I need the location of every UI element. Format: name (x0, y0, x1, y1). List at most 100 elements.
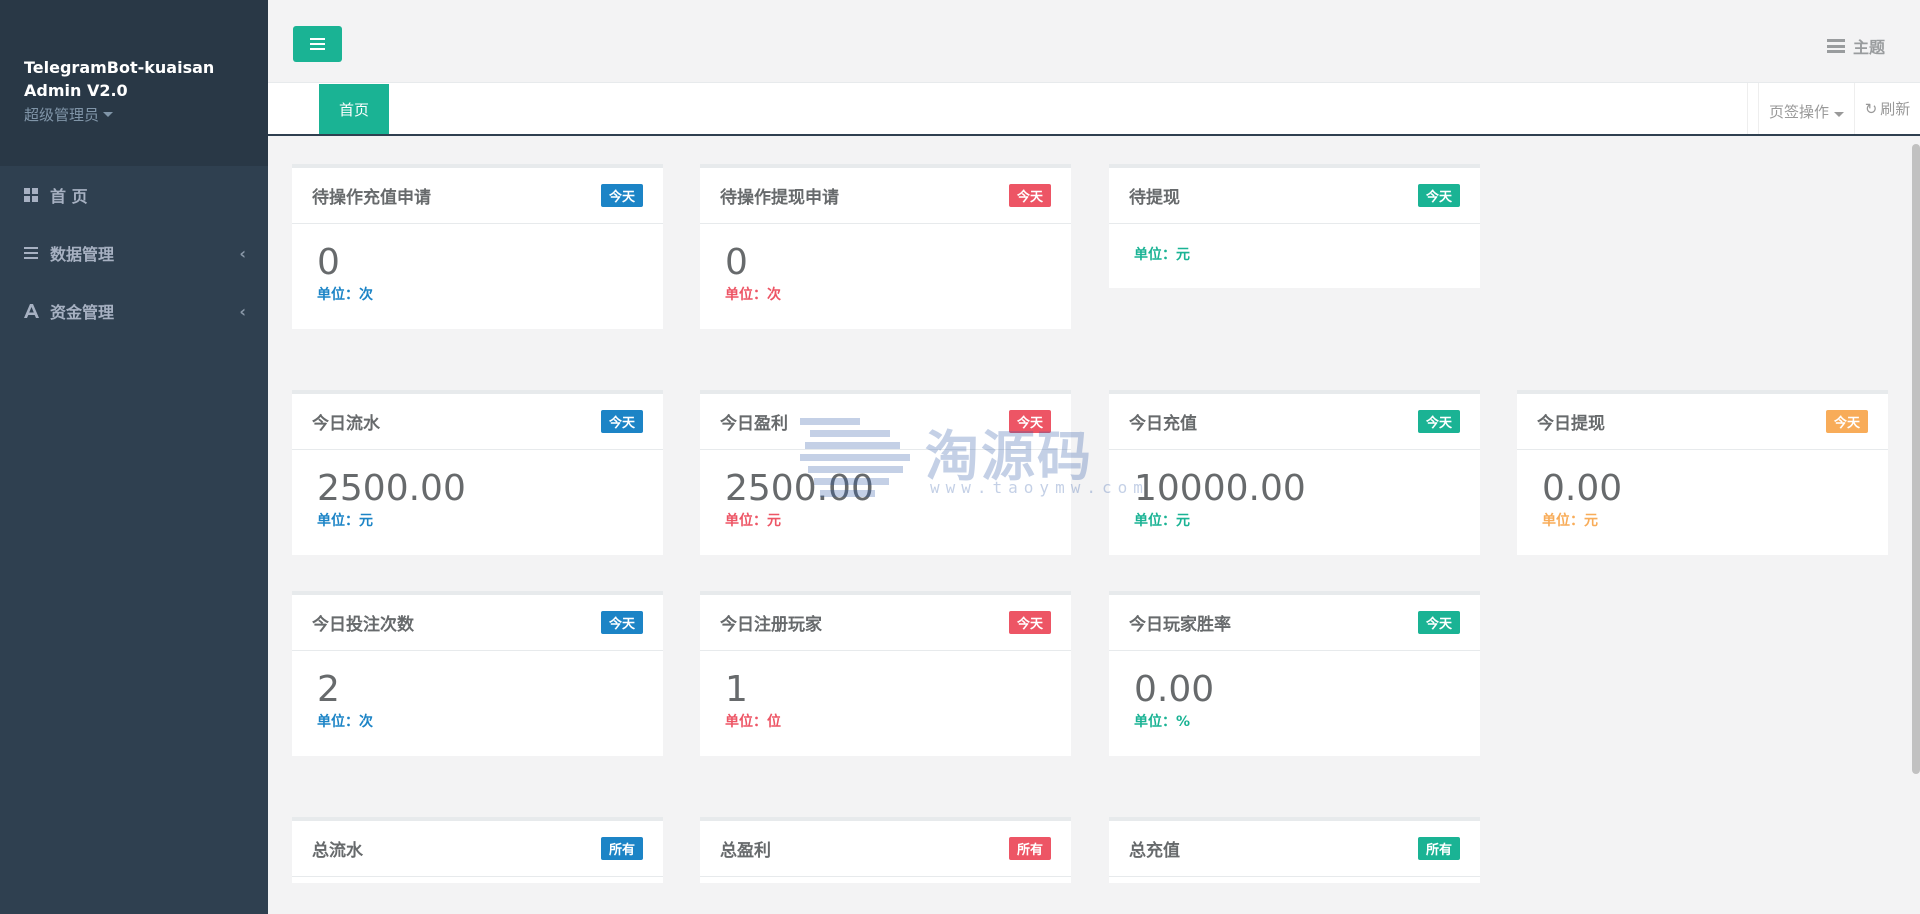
stat-panel-to-withdraw: 待提现 今天 单位：元 (1109, 164, 1480, 288)
chevron-left-icon: ‹ (239, 243, 246, 263)
stat-panel-today-bets: 今日投注次数 今天 2 单位：次 (292, 591, 663, 756)
theme-button[interactable]: 主题 (1826, 34, 1885, 58)
stat-panel-total-turnover: 总流水 所有 (292, 817, 663, 883)
panel-body: 单位：元 (1109, 224, 1480, 264)
stat-value: 10000.00 (1134, 468, 1306, 509)
user-role-dropdown[interactable]: 超级管理员 (24, 104, 244, 125)
panel-title: 今日流水 (312, 414, 380, 434)
stat-unit: 单位：元 (1542, 513, 1598, 529)
panel-header: 今日投注次数 今天 (292, 595, 663, 651)
period-badge: 所有 (1008, 837, 1051, 860)
stat-panel-today-turnover: 今日流水 今天 2500.00 单位：元 (292, 390, 663, 555)
admin-app: TelegramBot-kuaisan Admin V2.0 超级管理员 首 页… (0, 0, 1920, 914)
panel-title: 今日投注次数 (312, 615, 414, 635)
panel-header: 待操作提现申请 今天 (700, 168, 1071, 224)
panel-title: 今日提现 (1537, 414, 1605, 434)
chevron-left-icon: ‹ (239, 301, 246, 321)
page-tabs-bar: 首页 页签操作 ↻ 刷新 (268, 83, 1920, 136)
stat-unit: 单位：位 (725, 714, 781, 730)
tab-divider (1747, 83, 1748, 134)
sidebar-item-label: 资金管理 (50, 303, 115, 322)
panel-body: 0.00 单位：元 (1517, 450, 1888, 530)
stat-unit: 单位：次 (317, 287, 373, 303)
stat-value: 2500.00 (317, 468, 466, 509)
period-badge: 今天 (1417, 410, 1460, 433)
panel-title: 今日充值 (1129, 414, 1197, 434)
stat-unit: 单位：% (1134, 714, 1191, 730)
period-badge: 今天 (1417, 611, 1460, 634)
sidebar-item-label: 首 页 (50, 187, 88, 206)
top-navbar: 主题 (268, 8, 1920, 83)
dashboard-content: 待操作充值申请 今天 0 单位：次 待操作提现申请 今天 0 单位：次 待提现 … (268, 136, 1920, 914)
period-badge: 今天 (600, 184, 643, 207)
stat-panel-today-withdrawal: 今日提现 今天 0.00 单位：元 (1517, 390, 1888, 555)
panel-title: 今日玩家胜率 (1129, 615, 1231, 635)
panel-title: 今日注册玩家 (720, 615, 822, 635)
panel-title: 待提现 (1129, 188, 1180, 208)
panel-body: 10000.00 单位：元 (1109, 450, 1480, 530)
stat-unit: 单位：元 (317, 513, 373, 529)
panel-header: 总充值 所有 (1109, 821, 1480, 877)
stat-panel-pending-recharge: 待操作充值申请 今天 0 单位：次 (292, 164, 663, 329)
stat-value: 2500.00 (725, 468, 874, 509)
tab-home[interactable]: 首页 (319, 84, 389, 134)
tab-actions-dropdown[interactable]: 页签操作 (1757, 83, 1854, 134)
stat-value: 0 (725, 242, 748, 283)
stat-panel-total-profit: 总盈利 所有 (700, 817, 1071, 883)
panel-header: 总盈利 所有 (700, 821, 1071, 877)
stat-value: 1 (725, 669, 748, 710)
panel-body: 0.00 单位：% (1109, 651, 1480, 731)
stat-panel-today-profit: 今日盈利 今天 2500.00 单位：元 (700, 390, 1071, 555)
period-badge: 所有 (1417, 837, 1460, 860)
refresh-label: 刷新 (1880, 100, 1911, 118)
panel-header: 待提现 今天 (1109, 168, 1480, 224)
refresh-button[interactable]: ↻ 刷新 (1854, 83, 1920, 134)
menu-toggle-button[interactable] (293, 26, 342, 62)
stat-unit: 单位：次 (317, 714, 373, 730)
panel-body: 2500.00 单位：元 (700, 450, 1071, 530)
vertical-scrollbar[interactable] (1912, 144, 1920, 774)
sidebar-item-label: 数据管理 (50, 245, 115, 264)
panel-body: 0 单位：次 (700, 224, 1071, 304)
sidebar-item-fund-management[interactable]: 资金管理 ‹ (0, 282, 268, 340)
theme-label: 主题 (1852, 38, 1885, 57)
stat-panel-today-win-rate: 今日玩家胜率 今天 0.00 单位：% (1109, 591, 1480, 756)
panel-header: 今日流水 今天 (292, 394, 663, 450)
caret-down-icon (103, 112, 114, 117)
period-badge: 今天 (1008, 184, 1051, 207)
period-badge: 今天 (600, 611, 643, 634)
stat-unit: 单位：元 (1134, 247, 1190, 263)
panel-title: 今日盈利 (720, 414, 788, 434)
stat-value: 0.00 (1542, 468, 1623, 509)
period-badge: 今天 (1008, 410, 1051, 433)
stat-value: 2 (317, 669, 340, 710)
panel-title: 待操作提现申请 (720, 188, 839, 208)
period-badge: 所有 (600, 837, 643, 860)
panel-header: 今日充值 今天 (1109, 394, 1480, 450)
stat-unit: 单位：元 (1134, 513, 1190, 529)
stat-panel-today-registrations: 今日注册玩家 今天 1 单位：位 (700, 591, 1071, 756)
period-badge: 今天 (1825, 410, 1868, 433)
grid-icon (22, 188, 40, 202)
user-role-label: 超级管理员 (24, 106, 100, 124)
sidebar-header: TelegramBot-kuaisan Admin V2.0 超级管理员 (0, 0, 268, 166)
list-icon (22, 247, 40, 259)
panel-header: 今日提现 今天 (1517, 394, 1888, 450)
panel-header: 总流水 所有 (292, 821, 663, 877)
panel-header: 今日注册玩家 今天 (700, 595, 1071, 651)
sidebar-item-data-management[interactable]: 数据管理 ‹ (0, 224, 268, 282)
refresh-icon: ↻ (1864, 99, 1878, 118)
stat-panel-pending-withdrawal: 待操作提现申请 今天 0 单位：次 (700, 164, 1071, 329)
stat-value: 0.00 (1134, 669, 1215, 710)
caret-down-icon (1834, 112, 1844, 117)
stat-unit: 单位：次 (725, 287, 781, 303)
tab-actions-label: 页签操作 (1768, 103, 1829, 121)
sidebar-item-home[interactable]: 首 页 (0, 166, 268, 224)
stat-unit: 单位：元 (725, 513, 781, 529)
period-badge: 今天 (600, 410, 643, 433)
period-badge: 今天 (1417, 184, 1460, 207)
stat-value: 0 (317, 242, 340, 283)
panel-title: 总盈利 (720, 841, 771, 861)
hamburger-icon (310, 38, 325, 50)
period-badge: 今天 (1008, 611, 1051, 634)
